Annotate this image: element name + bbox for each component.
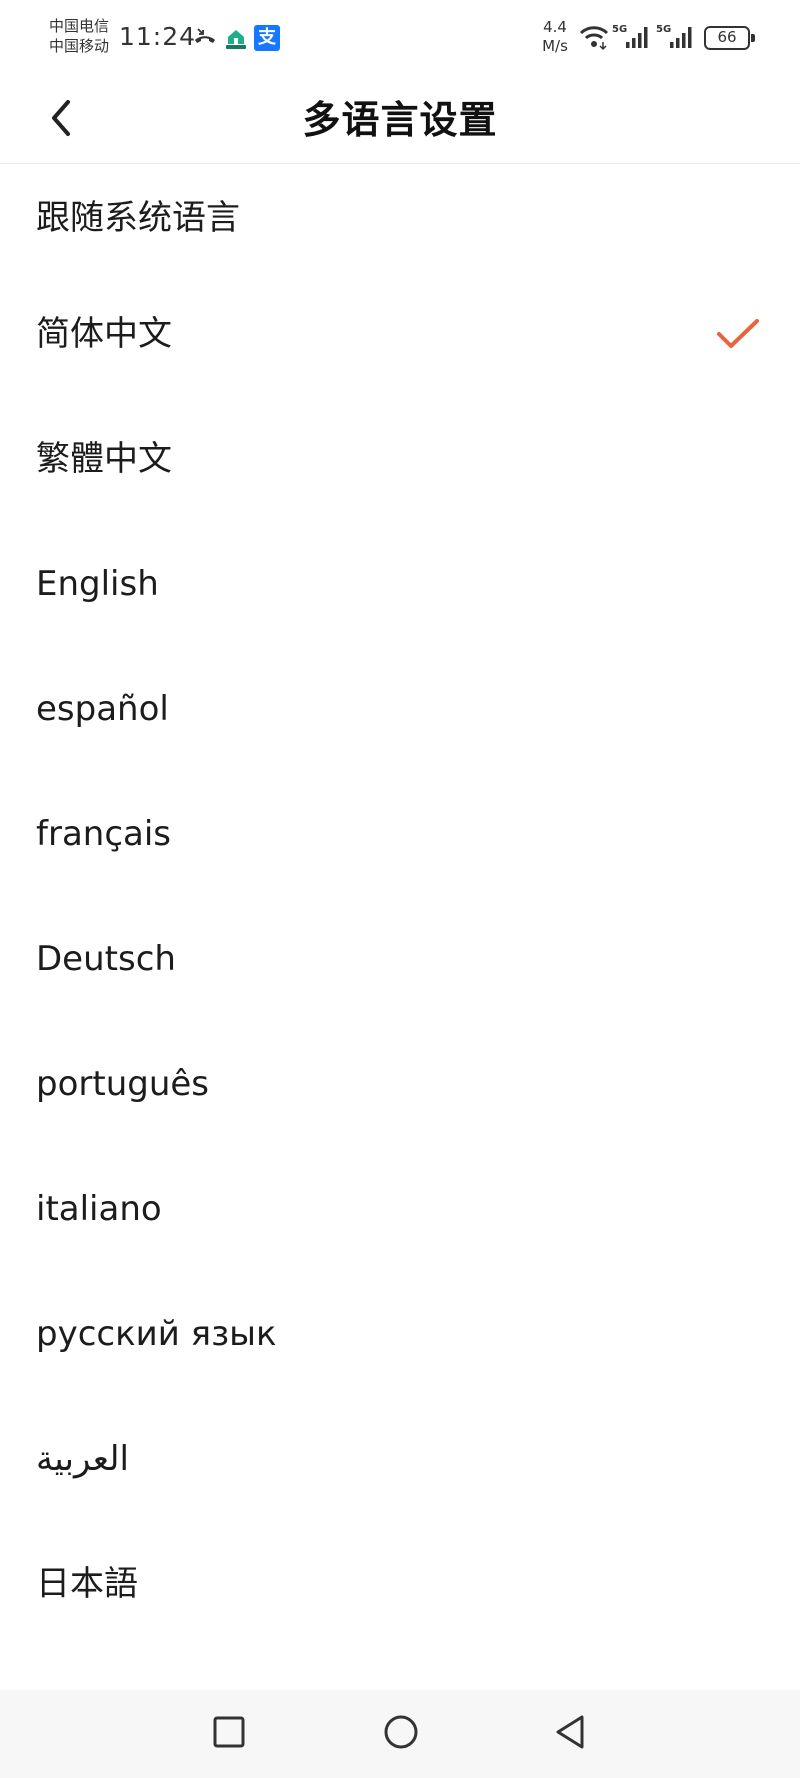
status-bar: 中国电信 中国移动 11:24 支 4.4 M/s 5G 5G 66 [0,0,800,76]
square-icon [213,1716,245,1748]
language-label: 日本語 [36,1563,138,1604]
signal-2-label: 5G [656,24,671,35]
language-item-english[interactable]: English [0,521,800,646]
triangle-left-icon [556,1715,584,1749]
carrier-1: 中国电信 [49,17,110,35]
language-label: 繁體中文 [36,438,172,479]
language-label: español [36,688,169,729]
battery-level: 66 [717,28,737,46]
system-nav-bar [0,1690,800,1778]
carrier-2: 中国移动 [49,37,110,55]
network-speed-unit: M/s [542,37,568,55]
language-label: français [36,813,172,854]
cell-signal-1-icon: 5G [612,24,648,48]
status-time: 11:24 [119,22,197,51]
language-label: 跟随系统语言 [36,198,240,238]
language-item-traditional-chinese[interactable]: 繁體中文 [0,396,800,521]
home-app-icon [223,25,249,51]
battery-tip [751,34,755,42]
network-speed-value: 4.4 [543,18,567,36]
carrier-names: 中国电信 中国移动 [49,16,109,56]
wifi-icon [579,26,609,51]
language-label: العربية [36,1438,129,1479]
nav-back-button[interactable] [549,1710,593,1754]
network-speed: 4.4 M/s [536,18,574,56]
language-label: English [36,563,159,604]
home-button[interactable] [379,1710,423,1754]
language-label: Deutsch [36,938,176,979]
missed-call-icon [195,28,215,43]
language-label: italiano [36,1188,162,1229]
check-icon [717,318,759,348]
language-item-russian[interactable]: русский язык [0,1271,800,1396]
alipay-icon: 支 [254,25,280,51]
language-item-portuguese[interactable]: português [0,1021,800,1146]
language-label: русский язык [36,1313,277,1354]
battery-icon: 66 [704,26,755,50]
circle-icon [384,1715,418,1749]
language-item-french[interactable]: français [0,771,800,896]
language-list: 跟随系统语言 简体中文 繁體中文 English español françai… [0,165,800,1646]
language-label: português [36,1063,210,1104]
cell-signal-2-icon: 5G [656,24,692,48]
language-item-italian[interactable]: italiano [0,1146,800,1271]
page-title: 多语言设置 [302,98,498,142]
app-header: 多语言设置 [0,76,800,164]
language-item-german[interactable]: Deutsch [0,896,800,1021]
language-label: 简体中文 [36,313,172,354]
recent-apps-button[interactable] [207,1710,251,1754]
signal-1-label: 5G [612,24,627,35]
language-item-spanish[interactable]: español [0,646,800,771]
language-item-simplified-chinese[interactable]: 简体中文 [0,271,800,396]
language-item-follow-system[interactable]: 跟随系统语言 [0,165,800,271]
language-item-japanese[interactable]: 日本語 [0,1521,800,1646]
language-item-arabic[interactable]: العربية [0,1396,800,1521]
